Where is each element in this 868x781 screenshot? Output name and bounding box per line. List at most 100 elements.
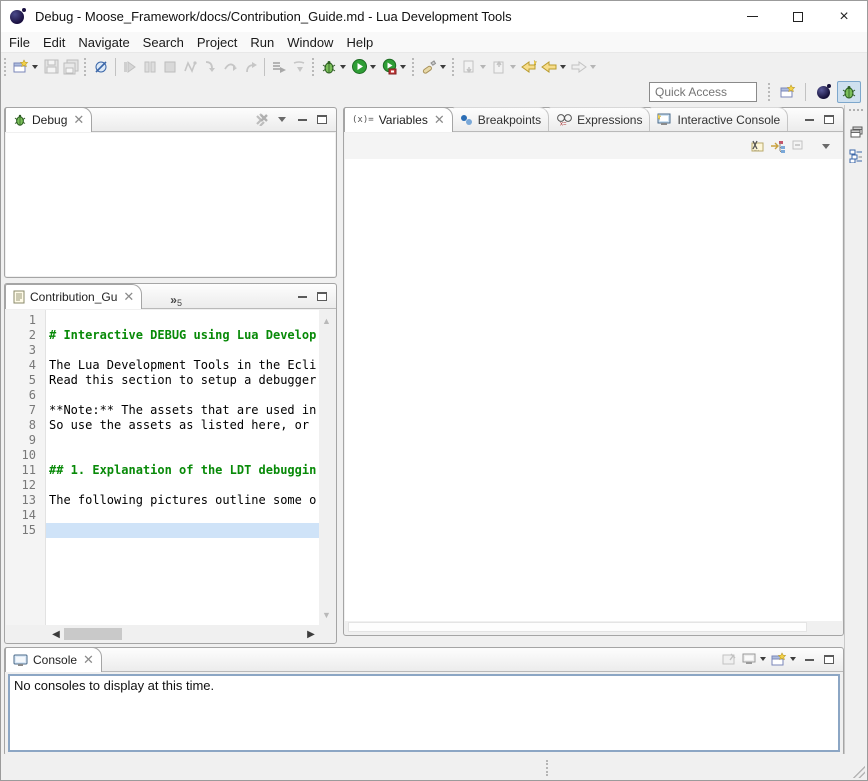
variables-content[interactable] [345, 159, 842, 621]
minimize-view-button[interactable] [292, 287, 312, 305]
scroll-left-icon[interactable]: ◀ [48, 629, 64, 640]
previous-annotation-button[interactable] [490, 58, 508, 76]
last-edit-location-button[interactable] [520, 58, 538, 76]
menu-file[interactable]: File [9, 33, 40, 52]
forward-button[interactable] [570, 58, 588, 76]
restore-views-button[interactable] [847, 123, 865, 141]
close-tab-icon[interactable]: ✕ [434, 114, 445, 126]
minimize-icon [747, 16, 758, 17]
external-tools-button[interactable] [380, 58, 398, 76]
close-tab-icon[interactable]: ✕ [73, 114, 84, 126]
forward-dropdown[interactable] [590, 65, 596, 69]
editor-code[interactable]: # Interactive DEBUG using Lua Develop Th… [46, 310, 319, 625]
run-button[interactable] [350, 58, 368, 76]
display-console-dropdown[interactable] [760, 657, 766, 661]
next-annotation-dropdown[interactable] [480, 65, 486, 69]
variables-hscrollbar[interactable] [348, 622, 807, 632]
close-icon: × [839, 9, 848, 25]
new-wizard-button[interactable] [12, 58, 30, 76]
remove-all-terminated-button[interactable] [252, 110, 272, 128]
view-menu-button[interactable] [816, 137, 836, 155]
tab-contribution-guide[interactable]: Contribution_Gu ✕ [5, 284, 142, 309]
suspend-button[interactable] [141, 58, 159, 76]
resume-button[interactable] [121, 58, 139, 76]
debug-view-content[interactable] [6, 133, 335, 276]
use-step-filters-button[interactable] [270, 58, 288, 76]
tab-console[interactable]: Console ✕ [5, 647, 102, 672]
collapse-all-button[interactable] [789, 137, 807, 155]
skip-all-breakpoints-button[interactable] [92, 58, 110, 76]
save-button[interactable] [42, 58, 60, 76]
scroll-up-icon[interactable]: ▲ [320, 314, 333, 327]
console-content[interactable]: No consoles to display at this time. [8, 674, 840, 752]
disconnect-button[interactable] [181, 58, 199, 76]
window-maximize-button[interactable] [775, 1, 821, 32]
show-type-names-button[interactable]: .... [749, 137, 767, 155]
tab-interactive-console[interactable]: Interactive Console [650, 107, 788, 131]
minimize-view-button[interactable] [292, 110, 312, 128]
tab-debug[interactable]: Debug ✕ [5, 107, 92, 132]
save-all-button[interactable] [62, 58, 80, 76]
next-annotation-button[interactable] [460, 58, 478, 76]
marker-pen-button[interactable] [420, 58, 438, 76]
external-tools-dropdown[interactable] [400, 65, 406, 69]
debug-perspective-button[interactable] [837, 81, 861, 103]
back-dropdown[interactable] [560, 65, 566, 69]
status-bar-handle[interactable] [546, 760, 548, 776]
lua-perspective-button[interactable] [811, 81, 835, 103]
editor-hscrollbar[interactable]: ◀ ▶ [6, 626, 319, 642]
menu-edit[interactable]: Edit [43, 33, 75, 52]
close-tab-icon[interactable]: ✕ [123, 291, 134, 303]
marker-pen-dropdown[interactable] [440, 65, 446, 69]
open-console-dropdown[interactable] [790, 657, 796, 661]
show-logical-structures-button[interactable] [769, 137, 787, 155]
open-perspective-button[interactable] [776, 81, 800, 103]
drop-to-frame-button[interactable] [290, 58, 308, 76]
tab-breakpoints[interactable]: Breakpoints [453, 107, 549, 131]
pin-console-button[interactable] [720, 650, 738, 668]
menu-project[interactable]: Project [197, 33, 247, 52]
minimize-icon [298, 118, 307, 121]
tab-variables[interactable]: (x)= Variables ✕ [344, 107, 453, 132]
toolbar-drag-handle [412, 58, 416, 76]
app-window: Debug - Moose_Framework/docs/Contributio… [0, 0, 868, 781]
step-into-button[interactable] [201, 58, 219, 76]
step-return-button[interactable] [241, 58, 259, 76]
menu-search[interactable]: Search [143, 33, 194, 52]
display-selected-console-button[interactable] [740, 650, 758, 668]
menu-help[interactable]: Help [346, 33, 383, 52]
maximize-view-button[interactable] [312, 110, 332, 128]
view-menu-button[interactable] [272, 110, 292, 128]
menu-navigate[interactable]: Navigate [78, 33, 139, 52]
back-button[interactable] [540, 58, 558, 76]
resize-grip[interactable] [853, 766, 865, 778]
editor-text-area[interactable]: 12 34 56 78 910 1112 1314 15 # Interacti… [6, 310, 319, 625]
scroll-right-icon[interactable]: ▶ [303, 629, 319, 640]
minimize-view-button[interactable] [799, 110, 819, 128]
step-over-button[interactable] [221, 58, 239, 76]
debug-dropdown[interactable] [340, 65, 346, 69]
maximize-view-button[interactable] [312, 287, 332, 305]
open-console-button[interactable] [770, 650, 788, 668]
minimize-view-button[interactable] [799, 650, 819, 668]
hscroll-thumb[interactable] [64, 628, 122, 640]
scroll-down-icon[interactable]: ▼ [320, 608, 333, 621]
menu-run[interactable]: Run [250, 33, 284, 52]
hidden-editors-chevron[interactable]: »5 [170, 291, 182, 308]
previous-annotation-dropdown[interactable] [510, 65, 516, 69]
strip-drag-handle[interactable] [849, 109, 863, 115]
quick-access-input[interactable] [649, 82, 757, 102]
maximize-icon [824, 115, 834, 124]
outline-view-button[interactable] [847, 147, 865, 165]
maximize-view-button[interactable] [819, 110, 839, 128]
window-close-button[interactable]: × [821, 1, 867, 32]
debug-button[interactable] [320, 58, 338, 76]
tab-expressions[interactable]: x= Expressions [549, 107, 650, 131]
window-minimize-button[interactable] [729, 1, 775, 32]
menu-window[interactable]: Window [287, 33, 343, 52]
terminate-button[interactable] [161, 58, 179, 76]
close-tab-icon[interactable]: ✕ [83, 654, 94, 666]
maximize-view-button[interactable] [819, 650, 839, 668]
new-wizard-dropdown[interactable] [32, 65, 38, 69]
run-dropdown[interactable] [370, 65, 376, 69]
